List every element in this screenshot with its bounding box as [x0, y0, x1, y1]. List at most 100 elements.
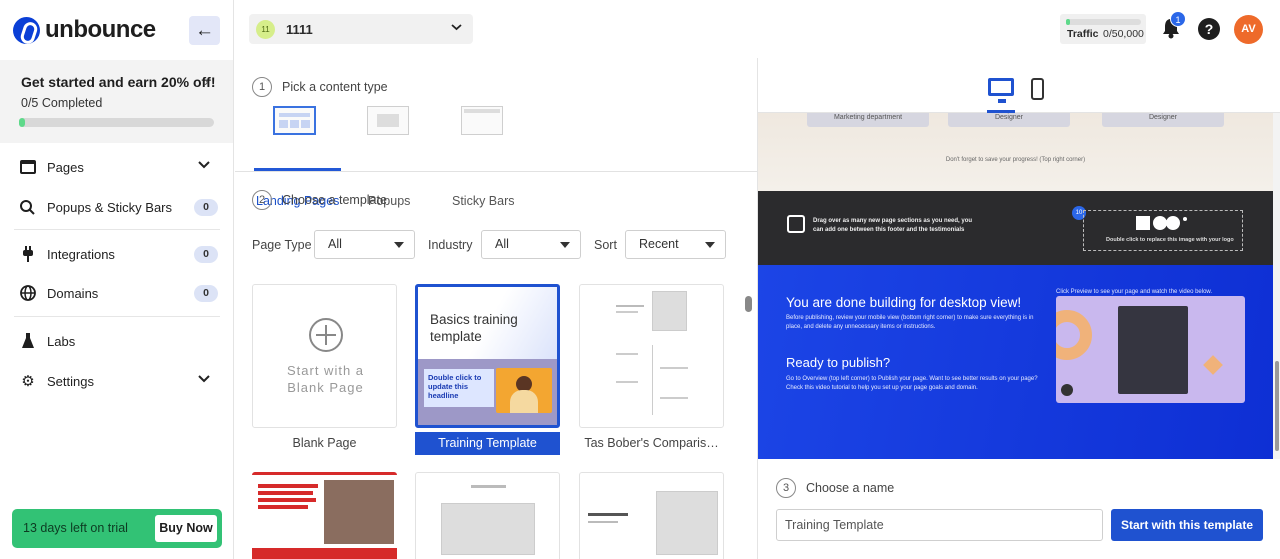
template-card-product[interactable] — [415, 472, 560, 559]
workspace-selector[interactable]: 11 1111 — [249, 14, 473, 44]
template-caption: Tas Bober's Comparis… — [584, 436, 719, 450]
page-type-select[interactable]: All — [314, 230, 415, 259]
preview-footer-section: Drag over as many new page sections as y… — [758, 191, 1273, 265]
step-label: Choose a template — [282, 193, 387, 207]
preview-chip: Designer — [948, 113, 1070, 127]
chevron-right-icon: › — [204, 73, 209, 89]
sticky-bar-thumb-icon — [460, 106, 503, 135]
divider — [14, 316, 220, 317]
traffic-progress-fill — [1066, 19, 1070, 25]
chevron-down-icon — [198, 157, 210, 173]
template-card-hero[interactable] — [579, 472, 724, 559]
preview-video-thumbnail — [1056, 296, 1245, 403]
traffic-label: Traffic — [1067, 28, 1099, 40]
preview-paragraph: Go to Overview (top left corner) to Publ… — [786, 376, 1038, 391]
divider — [235, 171, 757, 172]
tab-sticky-bars[interactable]: Sticky Bars — [452, 106, 515, 208]
sort-select[interactable]: Recent — [625, 230, 726, 259]
preview-scrollbar[interactable] — [1273, 113, 1280, 459]
unbounce-logo[interactable]: unbounce — [13, 16, 156, 44]
buy-now-button[interactable]: Buy Now — [155, 515, 217, 542]
blank-page-thumb-text: Start with a Blank Page — [286, 363, 365, 395]
notification-count-badge: 1 — [1170, 11, 1186, 27]
thumb-headline: Double click to update this headline — [424, 369, 494, 407]
caret-down-icon — [560, 242, 570, 248]
template-caption: Blank Page — [292, 436, 357, 450]
integrations-count-badge: 0 — [194, 246, 218, 263]
preview-click-text: Click Preview to see your page and watch… — [1056, 289, 1213, 295]
step-label: Choose a name — [806, 481, 895, 495]
step-3: 3 Choose a name — [776, 478, 894, 498]
workspace-name: 1111 — [286, 22, 313, 37]
industry-select[interactable]: All — [481, 230, 581, 259]
sidebar-item-label: Settings — [47, 373, 94, 389]
step-number: 2 — [252, 190, 272, 210]
sidebar-item-domains[interactable]: Domains 0 — [0, 277, 233, 309]
sidebar-item-labs[interactable]: Labs — [0, 325, 233, 357]
preview-save-note: Don't forget to save your progress! (Top… — [945, 157, 1086, 163]
chevron-down-icon — [451, 21, 462, 35]
onboarding-promo[interactable]: Get started and earn 20% off! › 0/5 Comp… — [0, 60, 233, 143]
sidebar-item-label: Domains — [47, 285, 99, 301]
arrow-left-icon: ← — [195, 19, 214, 41]
template-card-blank[interactable]: Start with a Blank Page — [252, 284, 397, 428]
plug-icon — [19, 245, 37, 263]
page-type-value: All — [328, 237, 342, 251]
template-card-creative-agency[interactable] — [252, 472, 397, 559]
plus-circle-icon — [309, 318, 343, 352]
template-list-scrollbar[interactable] — [745, 296, 752, 312]
sidebar-item-pages[interactable]: Pages — [0, 151, 233, 183]
sidebar-item-popups[interactable]: Popups & Sticky Bars 0 — [0, 191, 233, 223]
thumb-photo — [496, 368, 552, 413]
popup-thumb-icon — [366, 106, 409, 135]
promo-progress-text: 0/5 Completed — [21, 96, 103, 110]
tab-popups[interactable]: Popups — [366, 106, 410, 208]
start-with-template-button[interactable]: Start with this template — [1111, 509, 1263, 541]
collapse-sidebar-button[interactable]: ← — [189, 16, 220, 45]
template-picker: 1 Pick a content type Landing Pages Popu… — [235, 58, 757, 559]
preview-logo-placeholder: Double click to replace this image with … — [1083, 210, 1243, 251]
traffic-meter[interactable]: Traffic 0/50,000 — [1060, 14, 1146, 44]
logo-text: unbounce — [45, 16, 156, 43]
page-name-input[interactable] — [776, 509, 1103, 541]
caret-down-icon — [705, 242, 715, 248]
drag-icon — [787, 215, 805, 233]
sidebar-item-integrations[interactable]: Integrations 0 — [0, 238, 233, 270]
logo-placeholder-icon — [1136, 216, 1187, 230]
preview-chip: Marketing department — [807, 113, 929, 127]
preview-logo-caption: Double click to replace this image with … — [1106, 237, 1234, 243]
tab-landing-pages[interactable]: Landing Pages — [256, 106, 339, 208]
promo-progress-fill — [19, 118, 25, 127]
unbounce-logo-icon — [13, 16, 40, 44]
device-toggle-bar — [758, 58, 1280, 113]
step-1: 1 Pick a content type — [252, 77, 388, 97]
step-number: 1 — [252, 77, 272, 97]
desktop-icon[interactable] — [988, 78, 1014, 103]
sidebar-item-label: Labs — [47, 333, 76, 349]
sidebar-item-settings[interactable]: ⚙ Settings — [0, 365, 233, 397]
step-number: 3 — [776, 478, 796, 498]
pages-icon — [19, 158, 37, 176]
workspace-avatar: 11 — [256, 20, 275, 39]
industry-value: All — [495, 237, 509, 251]
sidebar-item-label: Integrations — [47, 246, 115, 262]
image-placeholder-icon — [656, 491, 718, 555]
image-placeholder-icon — [652, 291, 687, 331]
promo-progress-bar — [19, 118, 214, 127]
flask-icon — [19, 332, 37, 350]
mobile-icon[interactable] — [1031, 78, 1044, 100]
image-placeholder-icon — [441, 503, 535, 555]
user-avatar[interactable]: AV — [1234, 15, 1263, 44]
help-icon[interactable]: ? — [1198, 18, 1220, 40]
domains-count-badge: 0 — [194, 285, 218, 302]
preview-top-section: Marketing department Designer Designer D… — [758, 113, 1273, 191]
template-card-training[interactable]: Basics training template Double click to… — [415, 284, 560, 428]
gear-icon: ⚙ — [21, 373, 35, 390]
step-2: 2 Choose a template — [252, 190, 387, 210]
sidebar-item-label: Popups & Sticky Bars — [47, 199, 172, 215]
trial-text: 13 days left on trial — [23, 521, 128, 535]
template-card-comparison[interactable] — [579, 284, 724, 428]
sort-value: Recent — [639, 237, 679, 251]
popups-count-badge: 0 — [194, 199, 218, 216]
industry-label: Industry — [428, 238, 473, 252]
